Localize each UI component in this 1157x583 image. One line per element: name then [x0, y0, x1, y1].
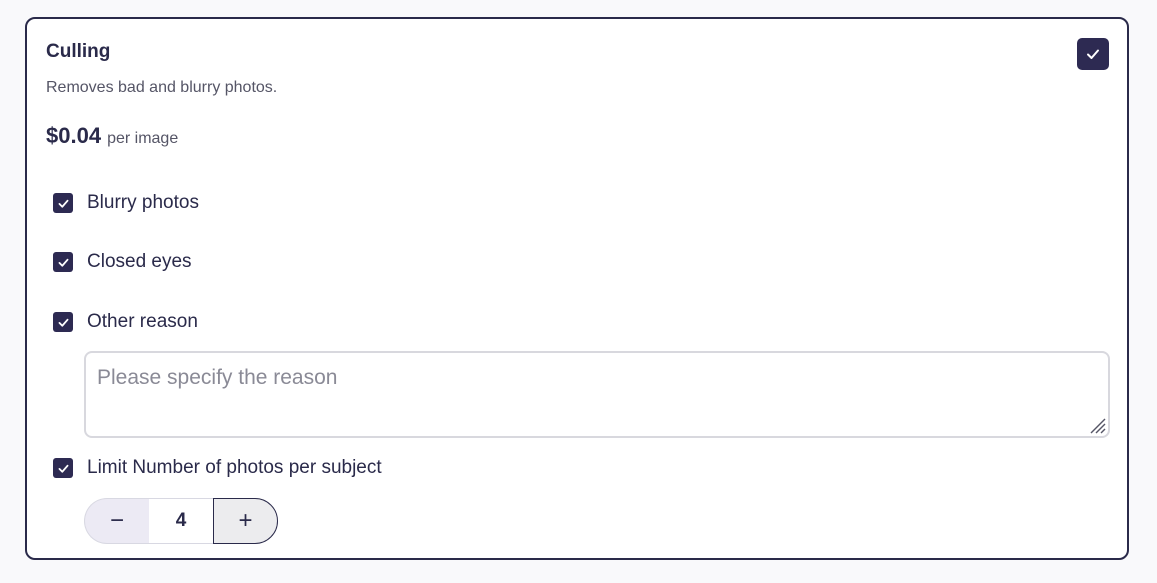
check-icon — [1087, 49, 1099, 59]
option-label: Closed eyes — [87, 251, 192, 272]
reason-textarea[interactable] — [86, 353, 1108, 436]
check-icon — [58, 464, 68, 473]
card-description: Removes bad and blurry photos. — [46, 79, 278, 96]
price-row: $0.04 per image — [46, 123, 178, 149]
resize-grip-icon[interactable] — [1086, 414, 1106, 434]
stepper-value: 4 — [149, 498, 213, 544]
card-title: Culling — [46, 41, 111, 62]
option-blurry-photos[interactable]: Blurry photos — [53, 192, 199, 214]
photos-per-subject-stepper: − 4 + — [84, 498, 278, 544]
blurry-photos-checkbox[interactable] — [53, 193, 73, 213]
price-unit: per image — [107, 130, 179, 147]
closed-eyes-checkbox[interactable] — [53, 252, 73, 272]
option-label: Limit Number of photos per subject — [87, 457, 382, 478]
option-limit-photos[interactable]: Limit Number of photos per subject — [53, 457, 382, 479]
option-other-reason[interactable]: Other reason — [53, 311, 198, 333]
option-label: Blurry photos — [87, 192, 199, 213]
enable-culling-checkbox[interactable] — [1077, 38, 1109, 70]
culling-card: Culling Removes bad and blurry photos. $… — [25, 17, 1129, 560]
limit-photos-checkbox[interactable] — [53, 458, 73, 478]
check-icon — [58, 318, 68, 327]
increment-button[interactable]: + — [213, 498, 278, 544]
option-closed-eyes[interactable]: Closed eyes — [53, 251, 192, 273]
decrement-button[interactable]: − — [84, 498, 149, 544]
other-reason-checkbox[interactable] — [53, 312, 73, 332]
check-icon — [58, 199, 68, 208]
check-icon — [58, 258, 68, 267]
reason-field-wrapper — [84, 351, 1110, 438]
price-value: $0.04 — [46, 123, 102, 148]
option-label: Other reason — [87, 311, 198, 332]
